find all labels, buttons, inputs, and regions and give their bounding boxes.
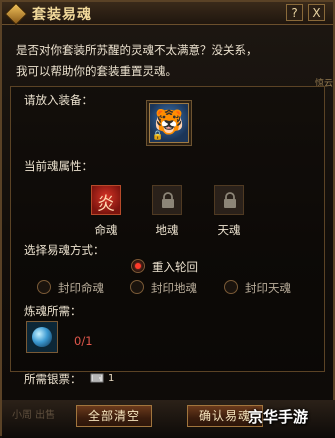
radio-seal-heaven-label[interactable]: 封印天魂 [245, 280, 291, 296]
material-label: 炼魂所需： [24, 304, 82, 318]
title-bar[interactable]: 套装易魂 ? X [2, 2, 333, 26]
intro-text: 是否对你套装所苏醒的灵魂不太满意？没关系， 我可以帮助你的套装重置灵魂。 [16, 40, 316, 82]
cost-value: 1 [108, 373, 115, 384]
fire-soul-icon: 炎 [97, 194, 115, 215]
radio-seal-heaven[interactable] [224, 280, 238, 294]
intro-line-2: 我可以帮助你的套装重置灵魂。 [16, 64, 177, 78]
silver-note-icon [90, 373, 104, 383]
clear-all-button[interactable]: 全部清空 [76, 405, 152, 427]
material-slot[interactable] [26, 321, 58, 353]
heaven-soul-label: 天魂 [217, 223, 241, 237]
radio-seal-life[interactable] [37, 280, 51, 294]
material-count: 0/1 [74, 334, 93, 348]
life-soul-slot[interactable]: 炎 [91, 185, 121, 215]
equip-label: 请放入装备： [24, 93, 93, 107]
equip-slot[interactable]: 🐯 🔒 [149, 103, 189, 143]
window-title: 套装易魂 [32, 7, 92, 23]
earth-soul-slot[interactable] [152, 185, 182, 215]
radio-seal-life-label[interactable]: 封印命魂 [58, 280, 104, 296]
life-soul-label: 命魂 [94, 223, 118, 237]
lock-icon: 🔒 [152, 131, 164, 141]
radio-reincarnate-label[interactable]: 重入轮回 [152, 259, 198, 275]
lock-icon [162, 192, 174, 208]
current-soul-label: 当前魂属性： [24, 159, 93, 173]
soul-swap-window: 套装易魂 ? X 是否对你套装所苏醒的灵魂不太满意？没关系， 我可以帮助你的套装… [0, 0, 335, 438]
earth-soul-label: 地魂 [155, 223, 179, 237]
soul-orb-icon [32, 327, 52, 347]
intro-line-1: 是否对你套装所苏醒的灵魂不太满意？没关系， [16, 43, 258, 57]
cost-label: 所需银票： [24, 372, 82, 386]
radio-reincarnate[interactable] [131, 259, 145, 273]
method-label: 选择易魂方式： [24, 243, 105, 257]
title-ornament-icon [4, 2, 28, 26]
heaven-soul-slot[interactable] [214, 185, 244, 215]
radio-seal-earth[interactable] [130, 280, 144, 294]
help-button[interactable]: ? [286, 4, 303, 21]
close-button[interactable]: X [308, 4, 325, 21]
lock-icon [224, 192, 236, 208]
footer-background-text: 小周 出售 [12, 410, 56, 421]
site-watermark: 京华手游 [248, 408, 309, 426]
radio-seal-earth-label[interactable]: 封印地魂 [151, 280, 197, 296]
